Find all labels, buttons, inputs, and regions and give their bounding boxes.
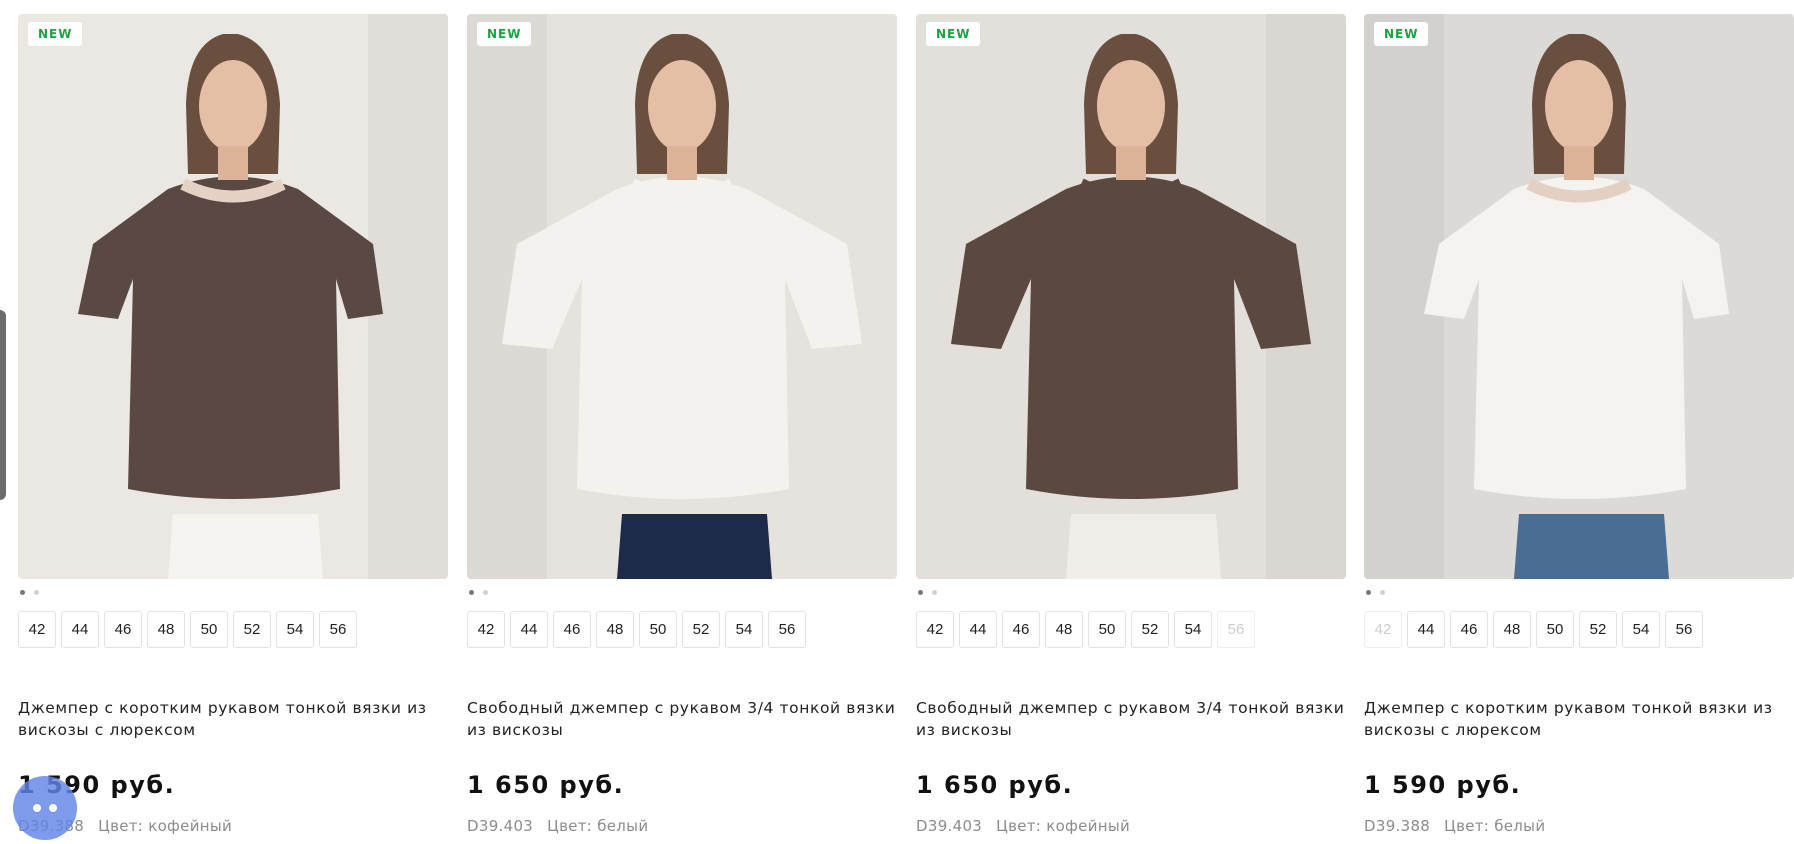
product-color: Цвет: белый [547, 817, 649, 835]
product-color: Цвет: белый [1444, 817, 1546, 835]
size-option-52[interactable]: 52 [233, 611, 271, 648]
product-article: D39.388 [1364, 817, 1431, 835]
product-card: NEW 42 44 46 48 50 52 54 56 Свободный джемпер с… [467, 14, 897, 844]
product-title[interactable]: Свободный джемпер с рукавом 3/4 тонкой в… [916, 697, 1346, 741]
size-option-52[interactable]: 52 [682, 611, 720, 648]
photo-pagination [918, 590, 937, 595]
size-option-44[interactable]: 44 [1407, 611, 1445, 648]
product-article: D39.403 [916, 817, 983, 835]
product-article: D39.403 [467, 817, 534, 835]
size-list: 42 44 46 48 50 52 54 56 [1364, 611, 1703, 648]
size-option-54[interactable]: 54 [1174, 611, 1212, 648]
product-title[interactable]: Джемпер с коротким рукавом тонкой вязки … [18, 697, 448, 741]
size-option-56[interactable]: 56 [319, 611, 357, 648]
product-photo[interactable] [467, 14, 897, 579]
new-badge: NEW [477, 22, 532, 46]
size-option-54[interactable]: 54 [1622, 611, 1660, 648]
product-color: Цвет: кофейный [98, 817, 233, 835]
photo-pagination [20, 590, 39, 595]
size-option-42[interactable]: 42 [467, 611, 505, 648]
product-color: Цвет: кофейный [996, 817, 1131, 835]
size-option-42[interactable]: 42 [18, 611, 56, 648]
pagination-dot-active[interactable] [469, 590, 474, 595]
product-card: NEW 42 44 46 48 50 52 54 56 Джемпер с коротким … [1364, 14, 1794, 844]
product-card: NEW 42 44 46 48 50 52 54 56 Свободный джемпер с… [916, 14, 1346, 844]
size-option-42[interactable]: 42 [1364, 611, 1402, 648]
product-meta: D39.403 Цвет: кофейный [916, 817, 1130, 835]
product-title[interactable]: Джемпер с коротким рукавом тонкой вязки … [1364, 697, 1794, 741]
size-option-44[interactable]: 44 [61, 611, 99, 648]
photo-pagination [469, 590, 488, 595]
chat-bot-icon [33, 804, 57, 812]
size-option-44[interactable]: 44 [510, 611, 548, 648]
size-list: 42 44 46 48 50 52 54 56 [916, 611, 1255, 648]
product-photo[interactable] [18, 14, 448, 579]
pagination-dot-active[interactable] [20, 590, 25, 595]
size-option-50[interactable]: 50 [190, 611, 228, 648]
pagination-dot[interactable] [34, 590, 39, 595]
product-photo[interactable] [916, 14, 1346, 579]
side-drawer-handle[interactable] [0, 310, 6, 500]
product-title[interactable]: Свободный джемпер с рукавом 3/4 тонкой в… [467, 697, 897, 741]
product-price: 1 650 руб. [916, 771, 1074, 799]
product-price: 1 590 руб. [1364, 771, 1522, 799]
size-option-54[interactable]: 54 [276, 611, 314, 648]
size-option-56[interactable]: 56 [1665, 611, 1703, 648]
product-photo[interactable] [1364, 14, 1794, 579]
size-option-56[interactable]: 56 [768, 611, 806, 648]
size-option-48[interactable]: 48 [1493, 611, 1531, 648]
photo-pagination [1366, 590, 1385, 595]
size-option-50[interactable]: 50 [1088, 611, 1126, 648]
size-option-54[interactable]: 54 [725, 611, 763, 648]
pagination-dot-active[interactable] [1366, 590, 1371, 595]
size-option-42[interactable]: 42 [916, 611, 954, 648]
pagination-dot-active[interactable] [918, 590, 923, 595]
product-grid: NEW 42 44 46 48 50 52 54 56 Джемпер с коротким … [18, 14, 1794, 844]
pagination-dot[interactable] [1380, 590, 1385, 595]
size-list: 42 44 46 48 50 52 54 56 [467, 611, 806, 648]
size-option-48[interactable]: 48 [1045, 611, 1083, 648]
size-option-52[interactable]: 52 [1131, 611, 1169, 648]
product-meta: D39.403 Цвет: белый [467, 817, 648, 835]
size-option-48[interactable]: 48 [596, 611, 634, 648]
size-list: 42 44 46 48 50 52 54 56 [18, 611, 357, 648]
size-option-46[interactable]: 46 [1002, 611, 1040, 648]
size-option-46[interactable]: 46 [553, 611, 591, 648]
chat-widget-button[interactable] [13, 776, 77, 840]
size-option-46[interactable]: 46 [1450, 611, 1488, 648]
product-price: 1 650 руб. [467, 771, 625, 799]
product-meta: D39.388 Цвет: белый [1364, 817, 1545, 835]
size-option-44[interactable]: 44 [959, 611, 997, 648]
pagination-dot[interactable] [932, 590, 937, 595]
new-badge: NEW [926, 22, 981, 46]
pagination-dot[interactable] [483, 590, 488, 595]
size-option-50[interactable]: 50 [1536, 611, 1574, 648]
new-badge: NEW [1374, 22, 1429, 46]
size-option-56[interactable]: 56 [1217, 611, 1255, 648]
product-card: NEW 42 44 46 48 50 52 54 56 Джемпер с коротким … [18, 14, 448, 844]
size-option-48[interactable]: 48 [147, 611, 185, 648]
size-option-52[interactable]: 52 [1579, 611, 1617, 648]
size-option-46[interactable]: 46 [104, 611, 142, 648]
size-option-50[interactable]: 50 [639, 611, 677, 648]
new-badge: NEW [28, 22, 83, 46]
